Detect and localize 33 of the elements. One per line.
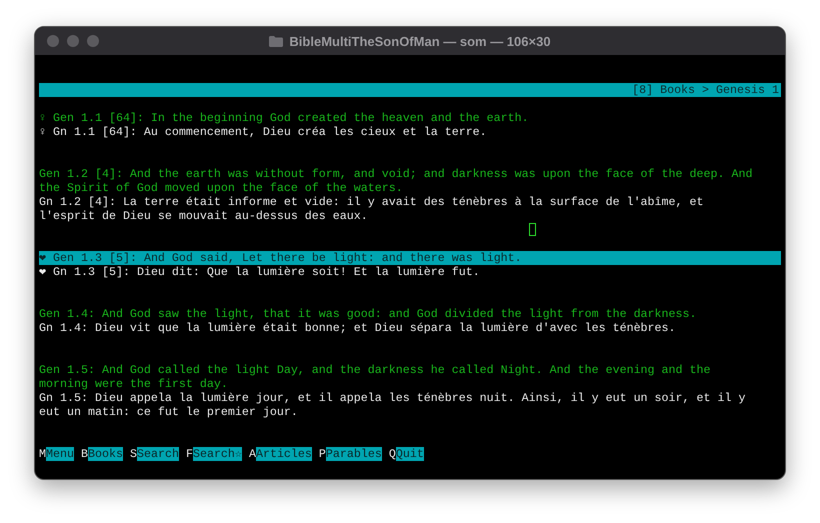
translation-line: Gn 1.4: Dieu vit que la lumière était bonne; et Dieu sépara la lumière d'avec les ténèbres. [39,321,677,335]
menu-item[interactable]: Search [136,447,179,461]
translation-line: l'esprit de Dieu se mouvait au-dessus des eaux. [39,209,369,223]
minimize-button[interactable] [67,35,79,47]
verse-line[interactable]: morning were the first day. [39,377,781,391]
folder-icon [269,36,284,46]
menu-item[interactable]: Menu [46,447,74,461]
verse-line[interactable]: the Spirit of God moved upon the face of the waters. [39,181,781,195]
window-title: BibleMultiTheSonOfMan — som — 106×30 [289,34,551,48]
close-button[interactable] [47,35,59,47]
menu-item[interactable]: Articles [256,447,312,461]
verse-line[interactable]: Gen 1.5: And God called the light Day, and the darkness he called Night. And the evening and the [39,363,781,377]
shortcut-key: Q [388,447,396,461]
verse-line[interactable]: Gen 1.2 [4]: And the earth was without form, and void; and darkness was upon the face of the deep. And [39,167,781,181]
translation-line: eut un matin: ce fut le premier jour. [39,405,299,419]
menu-item[interactable]: Search☆ [192,447,242,461]
zoom-button[interactable] [87,35,99,47]
shortcut-key: P [318,447,326,461]
menu-item[interactable]: Books [88,447,123,461]
translation-line: ♀ Gn 1.1 [64]: Au commencement, Dieu créa les cieux et la terre. [39,125,488,139]
verse-line[interactable]: Gen 1.4: And God saw the light, that it was good: and God divided the light from the darkness. [39,307,781,321]
shortcut-key: F [186,447,193,461]
shortcut-key: A [248,447,256,461]
verse-line[interactable]: ♀ Gen 1.1 [64]: In the beginning God created the heaven and the earth. [39,111,781,125]
translation-line: Gn 1.2 [4]: La terre était informe et vide: il y avait des ténèbres à la surface de l'abîme, et [39,195,705,209]
shortcut-key: B [80,447,88,461]
breadcrumb-bar: [8] Books > Genesis 1 [39,83,781,97]
translation-line: ❤ Gn 1.3 [5]: Dieu dit: Que la lumière soit! Et la lumière fut. [39,265,481,279]
translation-line: Gn 1.5: Dieu appela la lumière jour, et il appela les ténèbres nuit. Ainsi, il y eut un soir, et il y [39,391,746,405]
menu-item[interactable]: Parables [326,447,382,461]
shortcut-key: M [39,447,46,461]
shortcut-key: S [130,447,137,461]
menu-item[interactable]: Quit [396,447,424,461]
